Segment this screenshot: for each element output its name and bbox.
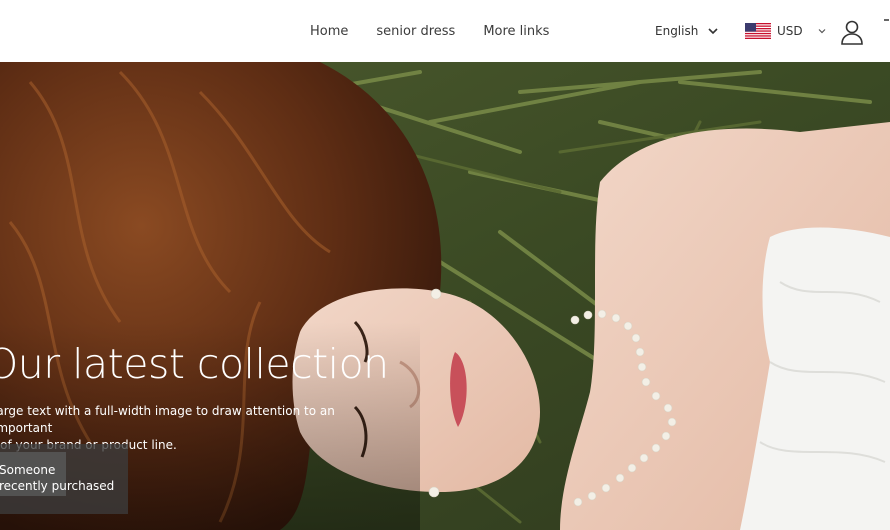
nav-link-senior-dress[interactable]: senior dress	[376, 24, 455, 39]
hero-title: Our latest collection	[0, 340, 389, 388]
hero-banner	[0, 62, 890, 530]
purchase-notification-line-2: recently purchased	[0, 479, 115, 493]
site-header: Home senior dress More links English USD	[0, 0, 890, 62]
currency-selector[interactable]: USD	[745, 0, 827, 62]
user-icon[interactable]	[838, 18, 866, 46]
nav-link-more-links[interactable]: More links	[483, 24, 549, 39]
language-selector[interactable]: English	[655, 0, 718, 62]
main-nav: Home senior dress More links	[310, 0, 549, 62]
currency-label: USD	[777, 24, 803, 38]
us-flag-icon	[745, 23, 771, 39]
language-label: English	[655, 24, 699, 38]
chevron-down-icon	[708, 28, 718, 35]
nav-link-home[interactable]: Home	[310, 24, 348, 39]
purchase-notification-line-1: Someone	[0, 463, 56, 477]
hero-subtitle-line-1: large text with a full-width image to dr…	[0, 404, 335, 435]
cart-icon[interactable]	[884, 18, 890, 28]
chevron-down-icon	[818, 29, 826, 34]
hero-image	[0, 62, 890, 530]
